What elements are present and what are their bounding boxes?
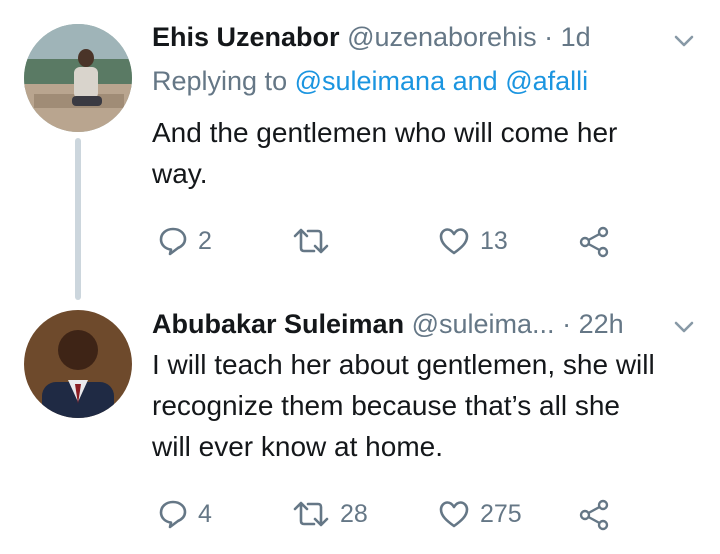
thread-line — [75, 138, 81, 300]
avatar-image — [24, 24, 132, 132]
replying-to: Replying to @suleimana and @afalli — [152, 66, 588, 97]
retweet-count: 28 — [340, 499, 368, 528]
tweet-header: Abubakar Suleiman @suleima... · 22h — [152, 308, 624, 340]
avatar-ehis[interactable] — [24, 24, 132, 132]
like-count: 13 — [480, 226, 508, 255]
reply-count: 2 — [198, 226, 212, 255]
reply-button[interactable]: 2 — [158, 226, 212, 256]
share-icon — [579, 499, 609, 531]
share-button[interactable] — [578, 499, 610, 531]
tweet-header: Ehis Uzenabor @uzenaborehis · 1d — [152, 21, 591, 53]
like-count: 275 — [480, 499, 522, 528]
reply-count: 4 — [198, 499, 212, 528]
mention-link[interactable]: @afalli — [505, 66, 588, 96]
tweet-text-line: And the gentlemen who will come her — [152, 117, 618, 148]
tweet-text: I will teach her about gentlemen, she wi… — [152, 344, 655, 467]
reply-icon — [159, 227, 187, 256]
replying-prefix: Replying to — [152, 66, 288, 96]
avatar-abubakar[interactable] — [24, 310, 132, 418]
tweet-1[interactable]: Ehis Uzenabor @uzenaborehis · 1d Replyin… — [0, 0, 720, 300]
mention-joiner: and — [452, 66, 498, 96]
tweet-text-line: I will teach her about gentlemen, she wi… — [152, 349, 655, 380]
retweet-icon — [293, 228, 329, 254]
timestamp[interactable]: 22h — [579, 309, 624, 339]
author-name[interactable]: Abubakar Suleiman — [152, 309, 404, 339]
tweet-text-line: will ever know at home. — [152, 431, 444, 462]
author-name[interactable]: Ehis Uzenabor — [152, 22, 340, 52]
tweet-text: And the gentlemen who will come her way. — [152, 112, 617, 194]
reply-icon — [159, 500, 187, 529]
tweet-text-line: way. — [152, 158, 208, 189]
like-button[interactable]: 275 — [438, 499, 522, 529]
retweet-button[interactable]: 28 — [292, 499, 368, 529]
retweet-icon — [293, 501, 329, 527]
author-handle[interactable]: @suleima... — [412, 309, 555, 339]
chevron-down-icon[interactable] — [671, 28, 697, 54]
share-icon — [579, 226, 609, 258]
mention-link[interactable]: @suleimana — [295, 66, 445, 96]
separator-dot: · — [544, 22, 554, 52]
chevron-down-icon[interactable] — [671, 314, 697, 340]
retweet-button[interactable] — [292, 226, 340, 256]
heart-icon — [439, 228, 469, 255]
heart-icon — [439, 501, 469, 528]
tweet-text-line: recognize them because that’s all she — [152, 390, 620, 421]
reply-button[interactable]: 4 — [158, 499, 212, 529]
avatar-image — [24, 310, 132, 418]
separator-dot: · — [562, 309, 572, 339]
like-button[interactable]: 13 — [438, 226, 508, 256]
tweet-2[interactable]: Abubakar Suleiman @suleima... · 22h I wi… — [0, 290, 720, 554]
share-button[interactable] — [578, 226, 610, 258]
timestamp[interactable]: 1d — [561, 22, 591, 52]
author-handle[interactable]: @uzenaborehis — [347, 22, 537, 52]
